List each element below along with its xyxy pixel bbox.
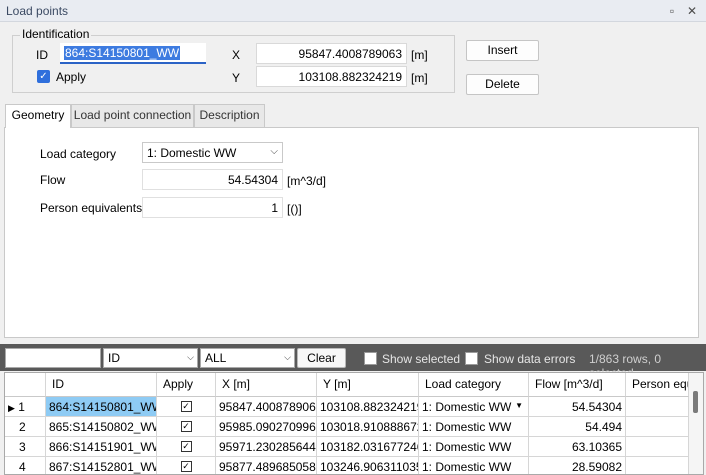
table-cell-person-equivalents[interactable] bbox=[626, 417, 689, 437]
table-cell-y[interactable]: 103018.910888672 bbox=[317, 417, 419, 437]
table-cell-flow[interactable]: 54.494 bbox=[529, 417, 626, 437]
restore-icon[interactable]: ▫ bbox=[664, 3, 680, 19]
insert-button[interactable]: Insert bbox=[466, 40, 539, 61]
table-cell-id[interactable]: 867:S14152801_WW bbox=[46, 457, 157, 474]
table-cell-person-equivalents[interactable] bbox=[626, 397, 689, 417]
column-header-load-category[interactable]: Load category bbox=[419, 373, 529, 397]
table-cell-apply[interactable]: ✓ bbox=[157, 397, 216, 417]
column-header-apply[interactable]: Apply bbox=[157, 373, 216, 397]
tab-load-point-connection[interactable]: Load point connection bbox=[71, 104, 194, 127]
check-icon: ✓ bbox=[180, 421, 192, 432]
dropdown-arrow-icon[interactable]: ▼ bbox=[515, 401, 523, 410]
window-title: Load points bbox=[6, 4, 69, 18]
show-selected-checkbox[interactable] bbox=[364, 352, 377, 365]
load-points-table[interactable]: ID Apply X [m] Y [m] Load category Flow … bbox=[4, 372, 704, 475]
tab-geometry[interactable]: Geometry bbox=[5, 104, 71, 128]
table-row-header[interactable]: 3 bbox=[5, 437, 46, 457]
y-unit: [m] bbox=[411, 71, 428, 85]
load-category-label: Load category bbox=[40, 147, 117, 161]
check-icon: ✓ bbox=[180, 461, 192, 472]
x-input[interactable]: 95847.4008789063 bbox=[256, 43, 407, 64]
table-cell-x[interactable]: 95985.0902709961 bbox=[216, 417, 317, 437]
table-cell-load-category[interactable]: 1: Domestic WW bbox=[419, 437, 529, 457]
show-data-errors-checkbox[interactable] bbox=[465, 352, 478, 365]
load-category-value: 1: Domestic WW bbox=[147, 146, 237, 160]
table-cell-load-category[interactable]: 1: Domestic WW bbox=[419, 457, 529, 474]
chevron-down-icon: ⌵ bbox=[270, 146, 278, 157]
check-icon: ✓ bbox=[180, 441, 192, 452]
table-cell-x[interactable]: 95877.4896850586 bbox=[216, 457, 317, 474]
table-cell-x[interactable]: 95847.4008789063 bbox=[216, 397, 317, 417]
filter-field-select[interactable]: ID ⌵ bbox=[103, 348, 198, 368]
y-label: Y bbox=[232, 71, 241, 85]
filter-scope-select[interactable]: ALL ⌵ bbox=[200, 348, 295, 368]
table-cell-id[interactable]: 864:S14150801_WW bbox=[46, 397, 157, 417]
filter-scope-value: ALL bbox=[205, 351, 227, 365]
vertical-scrollbar[interactable] bbox=[689, 373, 703, 474]
filter-search-input[interactable] bbox=[5, 348, 101, 368]
show-data-errors-label: Show data errors bbox=[484, 352, 576, 366]
column-header-y[interactable]: Y [m] bbox=[317, 373, 419, 397]
person-equivalents-label: Person equivalents bbox=[40, 201, 143, 215]
filter-field-value: ID bbox=[108, 351, 120, 365]
scrollbar-thumb[interactable] bbox=[693, 391, 698, 413]
table-cell-person-equivalents[interactable] bbox=[626, 437, 689, 457]
table-cell-id[interactable]: 865:S14150802_WW bbox=[46, 417, 157, 437]
column-header-person-equivalents[interactable]: Person equ bbox=[626, 373, 689, 397]
table-cell-load-category[interactable]: 1: Domestic WW bbox=[419, 417, 529, 437]
table-row-header[interactable]: 2 bbox=[5, 417, 46, 437]
table-row-header[interactable]: 4 bbox=[5, 457, 46, 474]
table-cell-flow[interactable]: 63.10365 bbox=[529, 437, 626, 457]
person-equivalents-unit: [()] bbox=[287, 202, 302, 216]
tab-description[interactable]: Description bbox=[194, 104, 265, 127]
close-icon[interactable]: ✕ bbox=[684, 3, 700, 19]
apply-checkbox[interactable]: ✓ bbox=[37, 70, 50, 83]
table-row-header[interactable]: ▶ 1 bbox=[5, 397, 46, 417]
show-selected-label: Show selected bbox=[382, 352, 461, 366]
table-cell-load-category[interactable]: 1: Domestic WW ▼ bbox=[419, 397, 529, 417]
table-cell-y[interactable]: 103246.906311035 bbox=[317, 457, 419, 474]
check-icon: ✓ bbox=[180, 401, 192, 412]
id-input[interactable]: 864:S14150801_WW bbox=[60, 43, 206, 64]
chevron-down-icon: ⌵ bbox=[187, 352, 194, 362]
table-cell-flow[interactable]: 54.54304 bbox=[529, 397, 626, 417]
identification-label: Identification bbox=[20, 27, 92, 41]
table-cell-flow[interactable]: 28.59082 bbox=[529, 457, 626, 474]
person-equivalents-input[interactable]: 1 bbox=[142, 197, 283, 218]
load-category-select[interactable]: 1: Domestic WW ⌵ bbox=[142, 142, 283, 163]
table-cell-y[interactable]: 103182.031677246 bbox=[317, 437, 419, 457]
row-header-corner bbox=[5, 373, 46, 397]
id-label: ID bbox=[36, 48, 48, 62]
x-unit: [m] bbox=[411, 48, 428, 62]
title-bar: Load points ▫ ✕ bbox=[0, 0, 706, 22]
table-cell-apply[interactable]: ✓ bbox=[157, 457, 216, 474]
column-header-flow[interactable]: Flow [m^3/d] bbox=[529, 373, 626, 397]
table-cell-person-equivalents[interactable] bbox=[626, 457, 689, 474]
chevron-down-icon: ⌵ bbox=[284, 352, 291, 362]
apply-label: Apply bbox=[56, 70, 87, 84]
column-header-id[interactable]: ID bbox=[46, 373, 157, 397]
current-row-icon: ▶ bbox=[8, 403, 15, 413]
flow-unit: [m^3/d] bbox=[287, 174, 326, 188]
y-input[interactable]: 103108.882324219 bbox=[256, 66, 407, 87]
flow-input[interactable]: 54.54304 bbox=[142, 169, 283, 190]
column-header-x[interactable]: X [m] bbox=[216, 373, 317, 397]
id-input-value: 864:S14150801_WW bbox=[64, 46, 181, 60]
clear-button[interactable]: Clear bbox=[297, 348, 346, 368]
flow-label: Flow bbox=[40, 173, 66, 187]
table-cell-apply[interactable]: ✓ bbox=[157, 437, 216, 457]
table-cell-apply[interactable]: ✓ bbox=[157, 417, 216, 437]
table-cell-x[interactable]: 95971.2302856445 bbox=[216, 437, 317, 457]
delete-button[interactable]: Delete bbox=[466, 74, 539, 95]
table-cell-id[interactable]: 866:S14151901_WW bbox=[46, 437, 157, 457]
x-label: X bbox=[232, 48, 241, 62]
table-cell-y[interactable]: 103108.882324219 bbox=[317, 397, 419, 417]
